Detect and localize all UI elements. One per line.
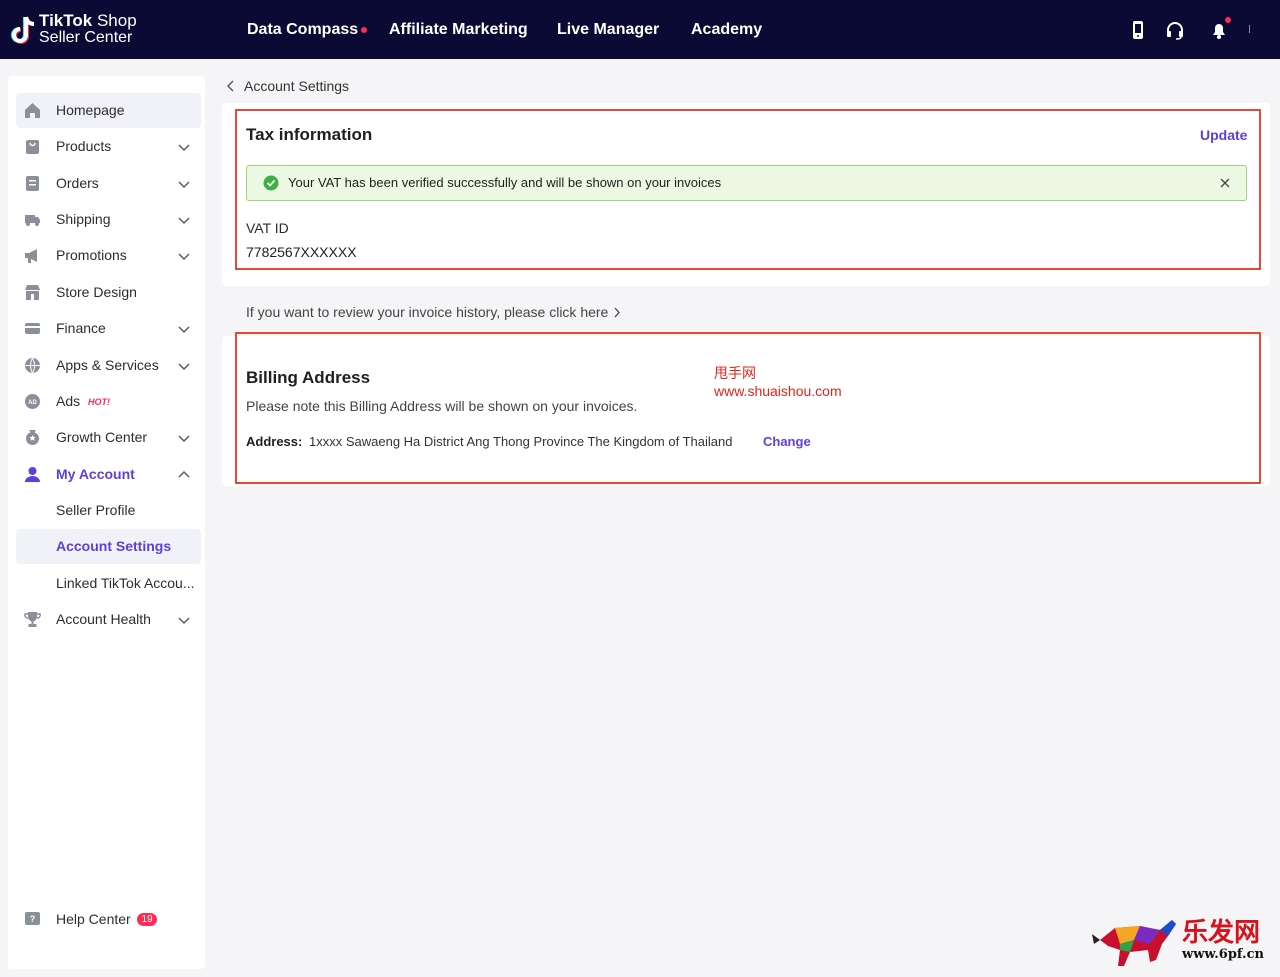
sidebar-item-label: Growth Center	[56, 429, 148, 445]
nav-live-manager[interactable]: Live Manager	[557, 0, 659, 59]
address-value: 1xxxx Sawaeng Ha District Ang Thong Prov…	[309, 434, 733, 449]
sidebar-item-label: Promotions	[56, 247, 127, 263]
sidebar-item-homepage[interactable]: Homepage	[16, 93, 201, 128]
vat-id-value: 7782567XXXXXX	[246, 244, 357, 260]
sidebar-item-promotions[interactable]: Promotions	[16, 238, 201, 273]
home-icon	[25, 103, 40, 118]
sidebar-item-orders[interactable]: Orders	[16, 166, 201, 201]
sidebar-item-label: Products	[56, 138, 112, 154]
sidebar-item-account-settings[interactable]: Account Settings	[16, 529, 201, 564]
sidebar-item-label: Shipping	[56, 211, 111, 227]
svg-text:?: ?	[30, 914, 36, 924]
sidebar-item-label: Finance	[56, 320, 106, 336]
chevron-up-icon	[178, 471, 190, 478]
help-center-link[interactable]: ? Help Center 19	[16, 902, 201, 937]
divider	[1249, 25, 1250, 33]
phone-icon[interactable]	[1127, 19, 1149, 41]
chevron-down-icon	[178, 253, 190, 260]
notification-dot	[361, 27, 367, 33]
store-icon	[25, 285, 40, 300]
medal-icon	[26, 430, 39, 445]
chevron-down-icon	[178, 144, 190, 151]
sidebar-item-my-account[interactable]: My Account	[16, 457, 201, 492]
chevron-right-icon	[614, 307, 620, 318]
sidebar-item-label: Apps & Services	[56, 357, 159, 373]
trophy-icon	[24, 612, 41, 627]
invoice-history-link[interactable]: If you want to review your invoice histo…	[246, 304, 608, 320]
billing-address-title: Billing Address	[246, 368, 371, 387]
nav-data-compass[interactable]: Data Compass	[247, 0, 358, 59]
top-bar: TikTok Shop Seller Center Data Compass A…	[0, 0, 1280, 59]
sidebar-item-products[interactable]: Products	[16, 129, 201, 164]
breadcrumb[interactable]: Account Settings	[244, 78, 349, 94]
address-label: Address:	[246, 434, 303, 449]
change-address-link[interactable]: Change	[763, 434, 811, 449]
tiktok-logo-icon	[11, 16, 35, 44]
sidebar-item-account-health[interactable]: Account Health	[16, 602, 201, 637]
sidebar-item-label: Store Design	[56, 284, 137, 300]
watermark-site-url: www.shuaishou.com	[714, 383, 842, 399]
bell-notification-dot	[1225, 17, 1231, 23]
document-icon	[26, 176, 39, 191]
chevron-down-icon	[178, 181, 190, 188]
nav-academy[interactable]: Academy	[691, 0, 762, 59]
sidebar-item-label: Account Settings	[56, 538, 172, 554]
help-center-badge: 19	[137, 913, 157, 926]
chevron-down-icon	[178, 326, 190, 333]
nav-affiliate-marketing[interactable]: Affiliate Marketing	[389, 0, 528, 59]
sidebar-item-label: Account Health	[56, 611, 151, 627]
close-icon[interactable]	[1219, 177, 1231, 189]
ad-icon: AD	[25, 394, 40, 409]
help-center-label: Help Center	[56, 911, 131, 927]
sidebar-item-label: Homepage	[56, 102, 125, 118]
vat-id-label: VAT ID	[246, 220, 289, 236]
watermark-corner-name: 乐发网	[1182, 918, 1261, 948]
headset-icon[interactable]	[1164, 19, 1186, 41]
sidebar-item-label: Seller Profile	[56, 502, 136, 518]
sidebar: Homepage Products Orders Shipping Promot…	[8, 76, 205, 969]
chevron-down-icon	[178, 617, 190, 624]
sidebar-item-apps-services[interactable]: Apps & Services	[16, 348, 201, 383]
sidebar-item-label: Orders	[56, 175, 99, 191]
sidebar-item-seller-profile[interactable]: Seller Profile	[16, 493, 201, 528]
user-icon	[25, 467, 40, 482]
hot-tag: HOT!	[88, 397, 110, 407]
card-icon	[25, 323, 40, 334]
billing-address-note: Please note this Billing Address will be…	[246, 398, 638, 414]
sidebar-item-finance[interactable]: Finance	[16, 311, 201, 346]
tiktok-shop-logo[interactable]: TikTok Shop Seller Center	[8, 12, 148, 48]
tax-info-title: Tax information	[246, 125, 373, 144]
sidebar-item-label: My Account	[56, 466, 135, 482]
svg-text:AD: AD	[28, 400, 37, 406]
watermark-corner-url: www.6pf.cn	[1182, 947, 1264, 962]
vat-success-alert: Your VAT has been verified successfully …	[246, 165, 1247, 201]
bull-logo-icon	[1092, 920, 1176, 966]
alert-message: Your VAT has been verified successfully …	[288, 175, 722, 190]
check-circle-icon	[263, 175, 279, 191]
logo-subtitle: Seller Center	[39, 29, 133, 46]
bag-icon	[26, 140, 39, 154]
sidebar-item-linked-tiktok-account[interactable]: Linked TikTok Accou...	[16, 566, 201, 601]
truck-icon	[25, 215, 40, 226]
sidebar-item-store-design[interactable]: Store Design	[16, 275, 201, 310]
help-icon: ?	[25, 912, 40, 925]
globe-icon	[25, 357, 40, 374]
logo-title: TikTok Shop	[39, 11, 137, 30]
sidebar-item-label: Linked TikTok Accou...	[56, 575, 195, 591]
sidebar-item-ads[interactable]: AD Ads HOT!	[16, 384, 201, 419]
sidebar-item-shipping[interactable]: Shipping	[16, 202, 201, 237]
back-chevron-icon[interactable]	[226, 80, 236, 92]
chevron-down-icon	[178, 217, 190, 224]
sidebar-item-growth-center[interactable]: Growth Center	[16, 420, 201, 455]
megaphone-icon	[25, 249, 37, 263]
sidebar-item-label: Ads	[56, 393, 81, 409]
watermark-site-name: 甩手网	[714, 365, 756, 381]
update-button[interactable]: Update	[1200, 127, 1247, 143]
chevron-down-icon	[178, 435, 190, 442]
chevron-down-icon	[178, 363, 190, 370]
